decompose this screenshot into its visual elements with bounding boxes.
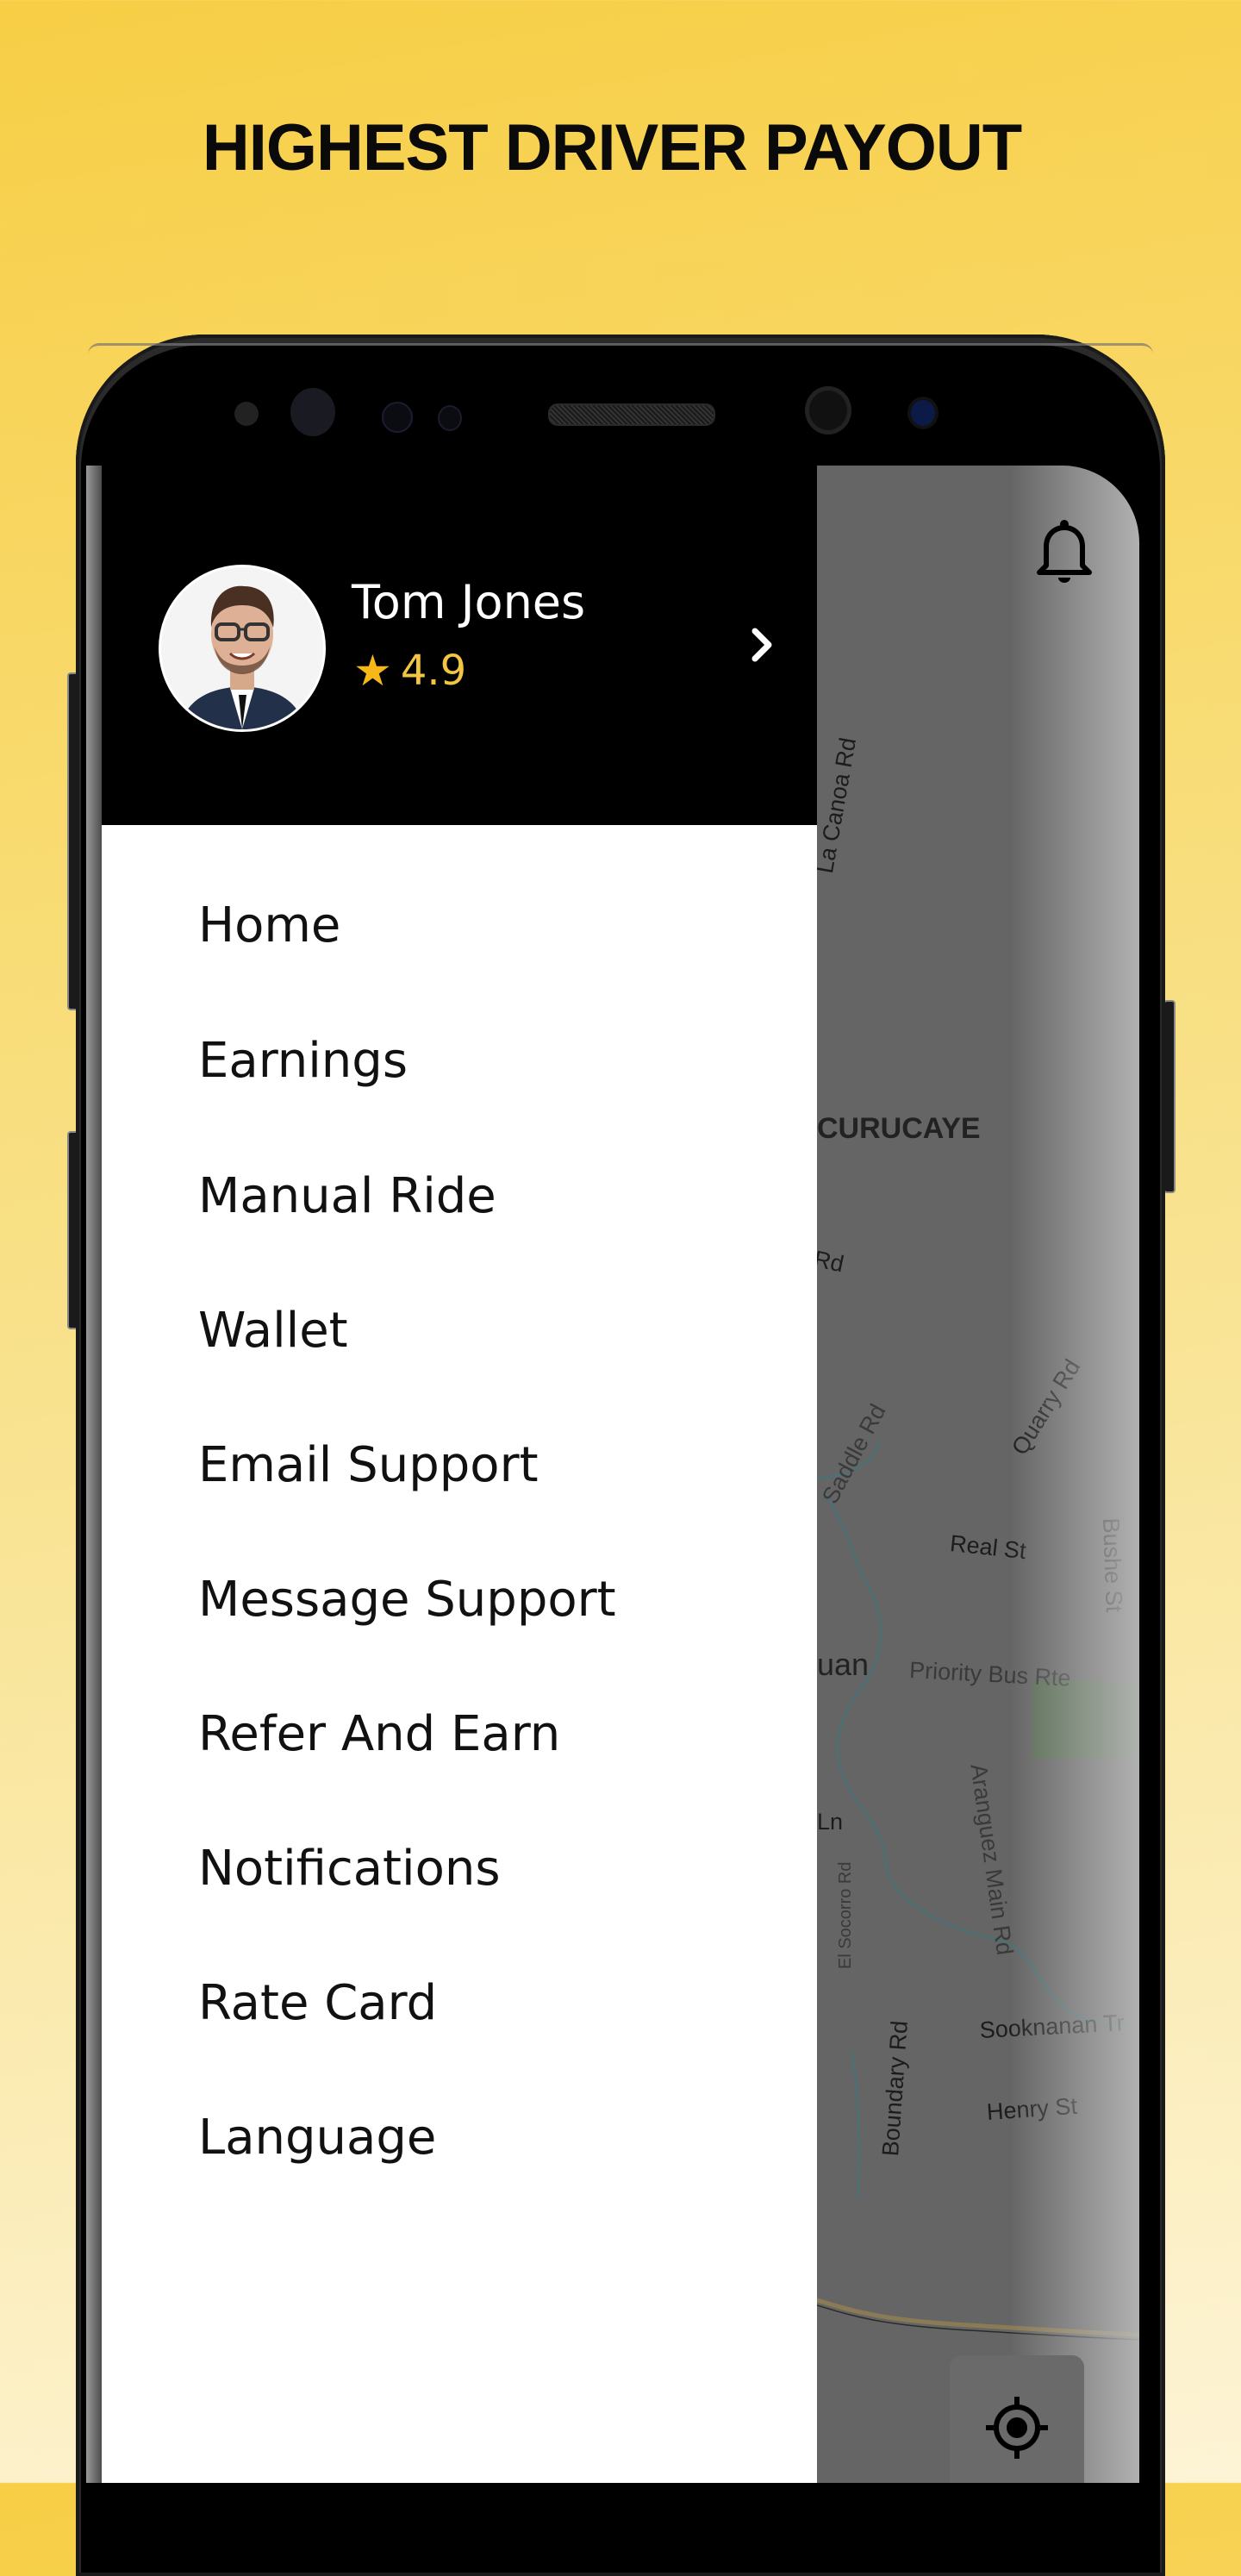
menu-item-wallet[interactable]: Wallet <box>198 1264 616 1398</box>
drawer-menu: Home Earnings Manual Ride Wallet Email S… <box>198 858 616 2205</box>
navigation-drawer: Tom Jones ★ 4.9 Home Earnings Manual Rid… <box>102 466 817 2483</box>
menu-item-manual-ride[interactable]: Manual Ride <box>198 1129 616 1264</box>
front-camera-secondary <box>907 397 939 429</box>
map-view[interactable]: La Canoa Rd CURUCAYE Rd Saddle Rd Quarry… <box>812 466 1139 2483</box>
phone-power-button <box>1163 1000 1176 1193</box>
chevron-right-icon[interactable] <box>750 626 776 664</box>
gps-locate-icon <box>986 2397 1048 2459</box>
promo-headline: HIGHEST DRIVER PAYOUT <box>202 111 1022 184</box>
star-icon: ★ <box>353 646 392 696</box>
front-sensor <box>382 402 413 433</box>
rating-value: 4.9 <box>400 647 467 695</box>
phone-screen: La Canoa Rd CURUCAYE Rd Saddle Rd Quarry… <box>102 466 1139 2483</box>
map-edge-shade <box>1010 466 1139 2483</box>
map-label: uan <box>817 1647 870 1682</box>
front-camera-icon <box>805 386 851 435</box>
bell-icon[interactable] <box>1034 517 1094 586</box>
menu-item-notifications[interactable]: Notifications <box>198 1802 616 1936</box>
user-name: Tom Jones <box>352 575 586 629</box>
menu-item-refer-and-earn[interactable]: Refer And Earn <box>198 1667 616 1802</box>
menu-item-rate-card[interactable]: Rate Card <box>198 1936 616 2071</box>
drawer-profile-header[interactable]: Tom Jones ★ 4.9 <box>102 466 817 825</box>
map-label: CURUCAYE <box>817 1112 981 1145</box>
menu-item-home[interactable]: Home <box>198 858 616 993</box>
menu-item-language[interactable]: Language <box>198 2071 616 2205</box>
avatar[interactable] <box>159 565 326 732</box>
map-label: El Socorro Rd <box>836 1861 855 1970</box>
profile-photo <box>161 567 323 729</box>
menu-item-message-support[interactable]: Message Support <box>198 1533 616 1667</box>
map-label: Ln <box>817 1809 844 1835</box>
user-rating: ★ 4.9 <box>353 647 466 695</box>
locate-button[interactable] <box>950 2355 1084 2483</box>
menu-item-earnings[interactable]: Earnings <box>198 993 616 1129</box>
menu-item-email-support[interactable]: Email Support <box>198 1398 616 1533</box>
screen-edge <box>86 466 103 2483</box>
front-sensor-small <box>438 405 462 431</box>
proximity-sensor <box>234 402 259 426</box>
iris-scanner <box>290 388 335 436</box>
earpiece-speaker <box>548 403 715 426</box>
